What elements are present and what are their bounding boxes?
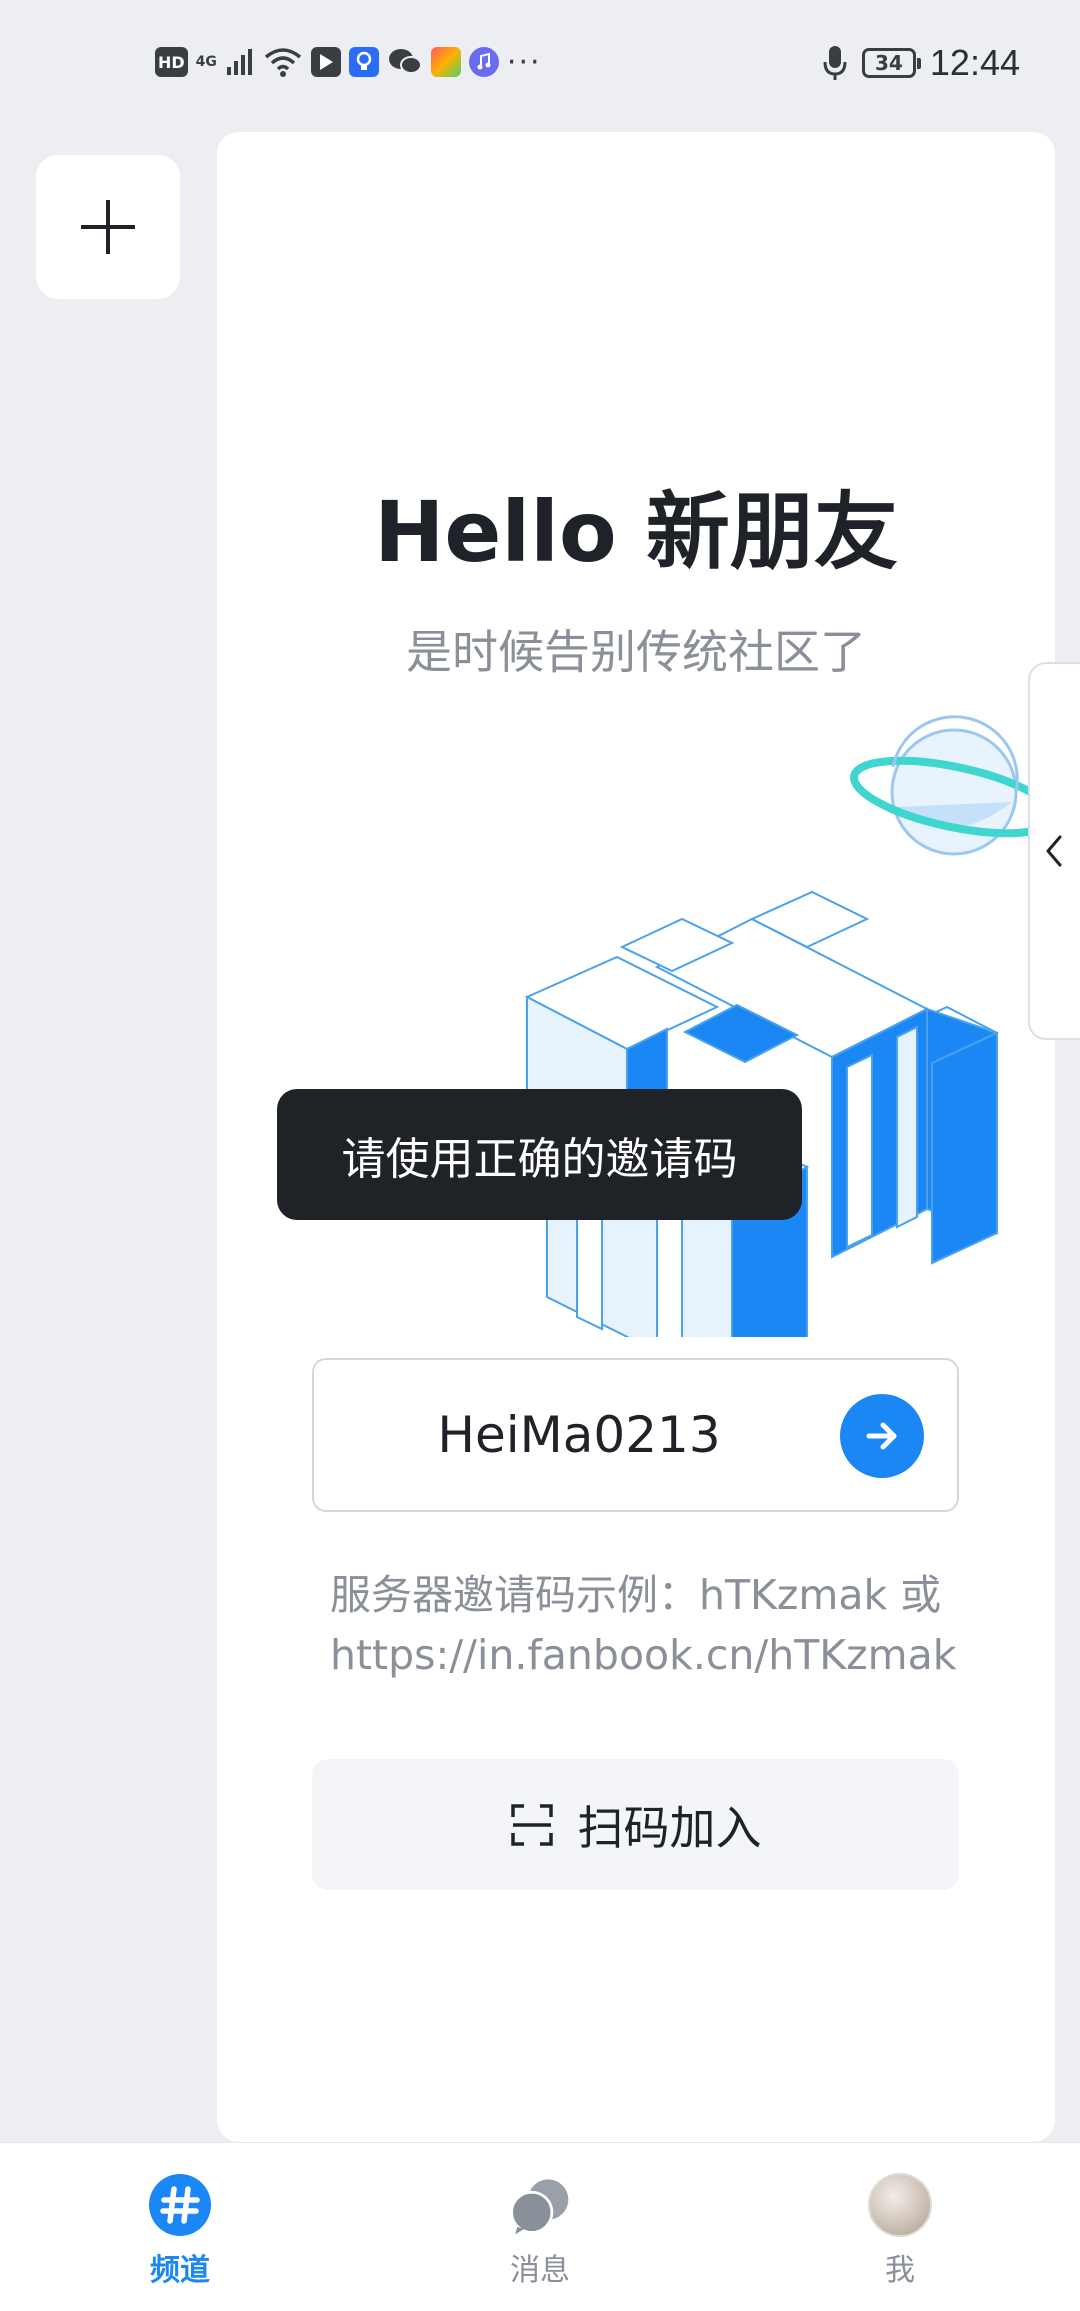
nav-item-me[interactable]: 我 [800,2143,1000,2311]
nav-label-me: 我 [885,2253,915,2288]
signal-icon [226,49,252,75]
network-type: 4G [195,54,217,70]
chat-bubbles-icon [508,2173,572,2237]
status-icons-right: 34 12:44 [822,38,1020,88]
avatar [868,2173,932,2237]
scan-join-label: 扫码加入 [577,1800,762,1855]
nav-item-channels[interactable]: 频道 [80,2143,280,2311]
page-title: Hello 新朋友 [374,483,898,581]
hash-planet-illustration [524,715,1058,1337]
add-server-button[interactable] [36,155,180,299]
hint-line-1: 服务器邀请码示例：hTKzmak 或 [330,1571,942,1619]
music-app-icon [468,47,499,77]
error-toast: 请使用正确的邀请码 [277,1089,802,1220]
avatar-wrapper [868,2173,932,2237]
app-notification-icon [310,47,341,77]
scan-join-button[interactable]: 扫码加入 [312,1759,959,1890]
battery-level: 34 [874,51,903,75]
hash-icon [148,2173,212,2237]
hd-icon: HD [155,47,188,77]
invite-code-input[interactable]: HeiMa0213 [314,1360,844,1510]
arrow-right-icon [866,1422,897,1450]
scan-icon [510,1803,553,1846]
nav-label-messages: 消息 [510,2253,570,2288]
battery-icon: 34 [861,48,921,78]
hint-line-2: https://in.fanbook.cn/hTKzmak [330,1631,957,1679]
nav-item-messages[interactable]: 消息 [440,2143,640,2311]
nav-label-channels: 频道 [150,2253,210,2288]
more-notifications-icon: ··· [506,44,542,80]
status-bar: HD 4G ··· 34 12:44 [0,0,1080,124]
wechat-icon [388,49,422,74]
invite-code-hint: 服务器邀请码示例：hTKzmak 或 https://in.fanbook.cn… [330,1565,970,1685]
bulb-notification-icon [348,47,379,77]
wifi-icon [264,48,302,77]
paint-app-icon [430,47,461,77]
clock: 12:44 [929,42,1020,83]
bottom-nav: 频道 消息 我 [0,2142,1080,2311]
side-panel-toggle[interactable] [1028,662,1080,1040]
submit-invite-button[interactable] [840,1394,924,1478]
chevron-left-icon [1046,835,1062,867]
plus-icon [81,200,135,254]
invite-code-field[interactable]: HeiMa0213 [312,1358,959,1512]
microphone-icon [823,46,847,80]
status-icons-left: HD 4G ··· [155,40,542,84]
